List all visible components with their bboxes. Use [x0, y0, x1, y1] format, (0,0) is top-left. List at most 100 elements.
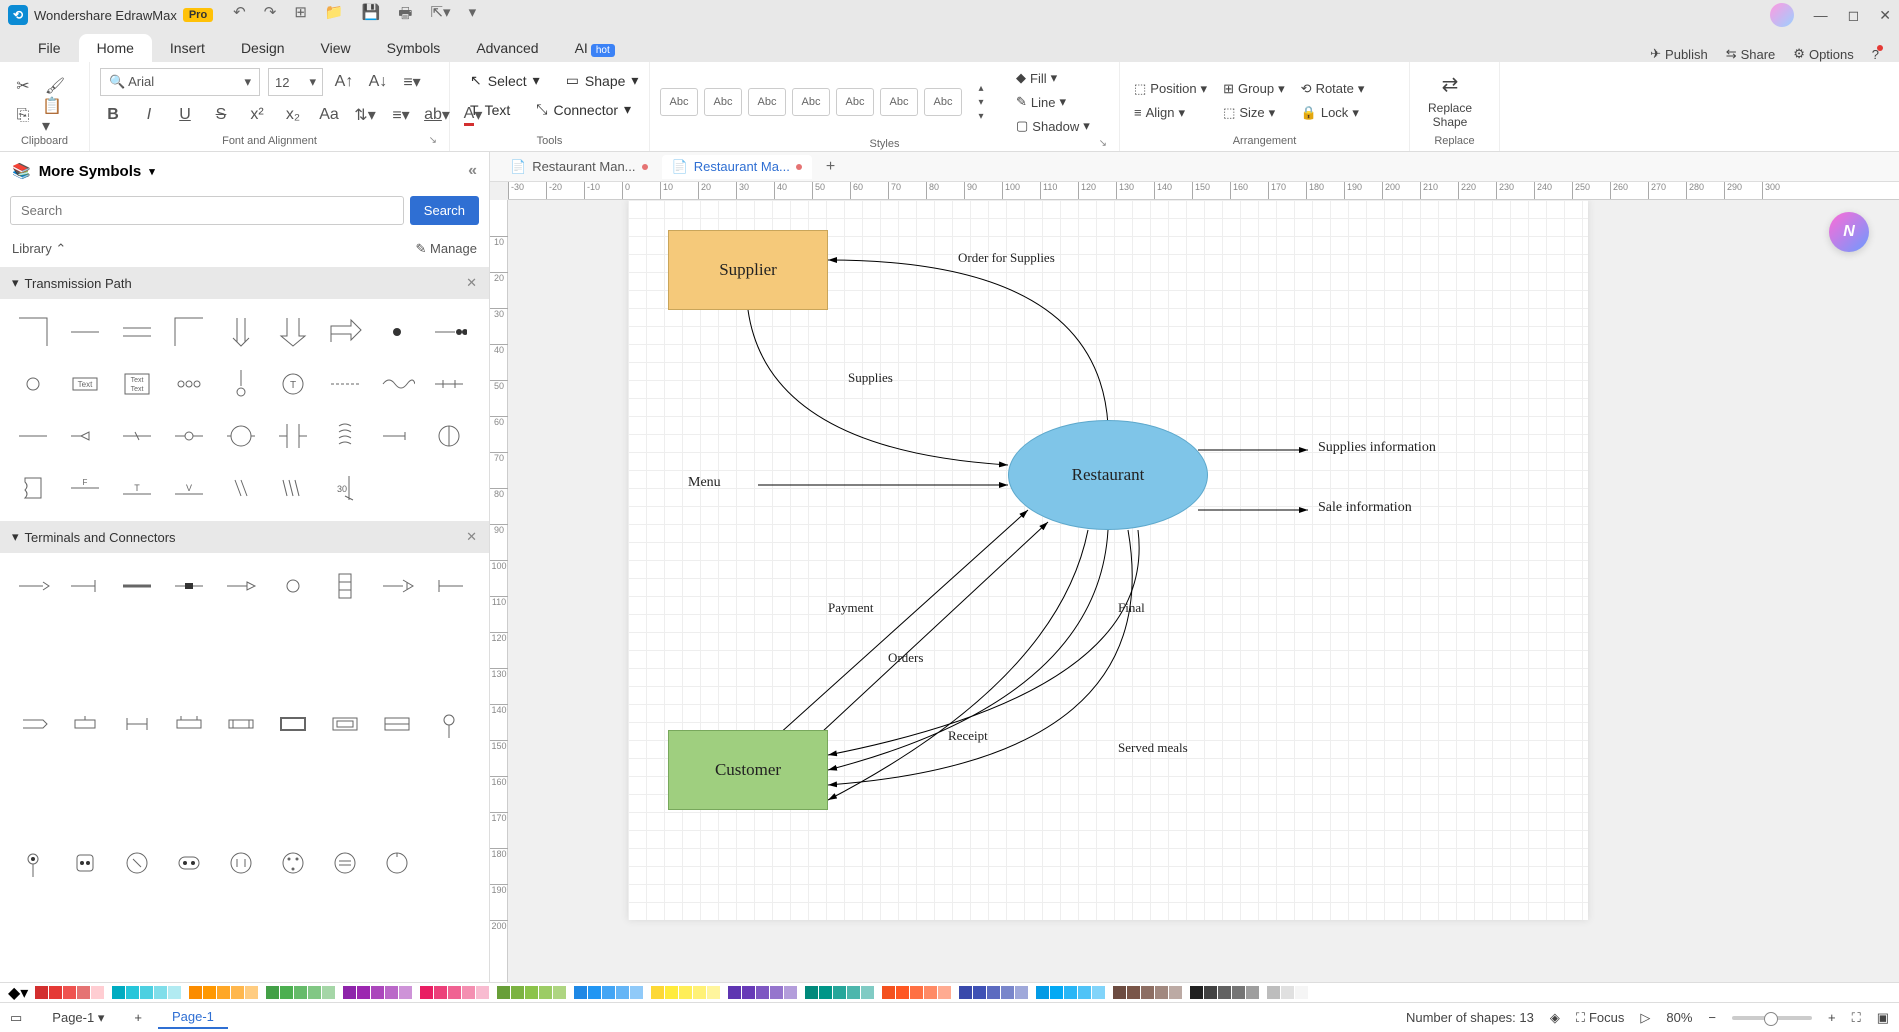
- color-swatch[interactable]: [1155, 986, 1168, 999]
- shape-item[interactable]: [322, 361, 368, 407]
- styles-launcher-icon[interactable]: ↘: [1099, 138, 1107, 149]
- zoom-in-button[interactable]: +: [1828, 1010, 1836, 1025]
- shape-item[interactable]: [218, 465, 264, 511]
- color-swatch[interactable]: [1127, 986, 1140, 999]
- color-swatch[interactable]: [245, 986, 258, 999]
- shape-item[interactable]: [270, 563, 316, 609]
- styles-down-icon[interactable]: ▾: [968, 95, 994, 109]
- shape-item[interactable]: [114, 413, 160, 459]
- new-icon[interactable]: ⊞: [294, 3, 307, 28]
- font-family-select[interactable]: 🔍 Arial▾: [100, 68, 260, 96]
- undo-icon[interactable]: ↶: [233, 3, 246, 28]
- shape-item[interactable]: [322, 701, 368, 747]
- menu-file[interactable]: File: [20, 34, 79, 62]
- publish-button[interactable]: ✈ Publish: [1650, 46, 1708, 62]
- shadow-button[interactable]: ▢ Shadow ▾: [1012, 116, 1094, 136]
- save-icon[interactable]: 💾: [362, 3, 381, 28]
- user-avatar[interactable]: [1770, 3, 1794, 27]
- decrease-font-icon[interactable]: A↓: [365, 69, 391, 95]
- section-transmission-path[interactable]: ▾Transmission Path✕: [0, 267, 489, 299]
- color-swatch[interactable]: [630, 986, 643, 999]
- shape-item[interactable]: [218, 701, 264, 747]
- shape-item[interactable]: [270, 840, 316, 886]
- color-swatch[interactable]: [511, 986, 524, 999]
- shape-item[interactable]: [114, 701, 160, 747]
- shape-item[interactable]: Text: [62, 361, 108, 407]
- shape-item[interactable]: [10, 701, 56, 747]
- label-payment[interactable]: Payment: [828, 600, 874, 616]
- shape-item[interactable]: TextText: [114, 361, 160, 407]
- shape-item[interactable]: [62, 840, 108, 886]
- shape-item[interactable]: [10, 465, 56, 511]
- color-swatch[interactable]: [1113, 986, 1126, 999]
- style-preset-5[interactable]: Abc: [836, 88, 874, 116]
- shape-item[interactable]: [62, 309, 108, 355]
- shape-item[interactable]: [166, 413, 212, 459]
- fill-button[interactable]: ◆ Fill ▾: [1012, 68, 1094, 88]
- document-tab-2[interactable]: 📄 Restaurant Ma...: [662, 155, 812, 179]
- strikethrough-icon[interactable]: S: [208, 102, 234, 128]
- shape-item[interactable]: [270, 465, 316, 511]
- style-preset-3[interactable]: Abc: [748, 88, 786, 116]
- shape-item[interactable]: [218, 309, 264, 355]
- shape-item[interactable]: [218, 413, 264, 459]
- label-supplies-info[interactable]: Supplies information: [1318, 440, 1436, 456]
- color-swatch[interactable]: [805, 986, 818, 999]
- font-size-select[interactable]: 12▾: [268, 68, 323, 96]
- shape-item[interactable]: [166, 361, 212, 407]
- color-swatch[interactable]: [896, 986, 909, 999]
- color-swatch[interactable]: [63, 986, 76, 999]
- shape-item[interactable]: [426, 361, 472, 407]
- page-selector[interactable]: Page-1 ▾: [38, 1007, 118, 1029]
- label-supplies[interactable]: Supplies: [848, 370, 893, 386]
- increase-font-icon[interactable]: A↑: [331, 69, 357, 95]
- position-button[interactable]: ⬚ Position ▾: [1130, 79, 1211, 99]
- shape-item[interactable]: [322, 563, 368, 609]
- color-swatch[interactable]: [574, 986, 587, 999]
- color-swatch[interactable]: [140, 986, 153, 999]
- color-swatch[interactable]: [1281, 986, 1294, 999]
- color-swatch[interactable]: [126, 986, 139, 999]
- shape-item[interactable]: V: [166, 465, 212, 511]
- color-swatch[interactable]: [385, 986, 398, 999]
- color-swatch[interactable]: [322, 986, 335, 999]
- color-swatch[interactable]: [973, 986, 986, 999]
- color-swatch[interactable]: [434, 986, 447, 999]
- case-icon[interactable]: Aa: [316, 102, 342, 128]
- shape-tool[interactable]: ▭ Shape ▾: [556, 68, 649, 93]
- label-order-supplies[interactable]: Order for Supplies: [958, 250, 1055, 266]
- shape-item[interactable]: [374, 840, 420, 886]
- color-swatch[interactable]: [308, 986, 321, 999]
- shape-item[interactable]: [166, 309, 212, 355]
- shape-item[interactable]: [322, 840, 368, 886]
- style-preset-1[interactable]: Abc: [660, 88, 698, 116]
- page-canvas[interactable]: Supplier Customer Restaurant Menu Suppli…: [628, 200, 1588, 920]
- zoom-out-button[interactable]: −: [1708, 1010, 1716, 1025]
- label-menu[interactable]: Menu: [688, 475, 721, 491]
- maximize-icon[interactable]: ◻: [1848, 7, 1860, 24]
- menu-advanced[interactable]: Advanced: [458, 34, 556, 62]
- label-sale-info[interactable]: Sale information: [1318, 500, 1412, 516]
- label-served-meals[interactable]: Served meals: [1118, 740, 1188, 756]
- page-tab-1[interactable]: Page-1: [158, 1006, 228, 1029]
- color-swatch[interactable]: [294, 986, 307, 999]
- color-swatch[interactable]: [987, 986, 1000, 999]
- color-swatch[interactable]: [882, 986, 895, 999]
- color-swatch[interactable]: [77, 986, 90, 999]
- color-swatch[interactable]: [938, 986, 951, 999]
- shape-item[interactable]: [10, 309, 56, 355]
- shape-item[interactable]: T: [114, 465, 160, 511]
- style-preset-6[interactable]: Abc: [880, 88, 918, 116]
- color-swatch[interactable]: [189, 986, 202, 999]
- symbol-search-input[interactable]: [10, 196, 404, 225]
- color-swatch[interactable]: [861, 986, 874, 999]
- color-swatch[interactable]: [154, 986, 167, 999]
- shape-item[interactable]: [218, 361, 264, 407]
- help-icon[interactable]: ?: [1872, 47, 1879, 62]
- bullets-icon[interactable]: ≡▾: [388, 102, 414, 128]
- node-customer[interactable]: Customer: [668, 730, 828, 810]
- color-swatch[interactable]: [371, 986, 384, 999]
- color-swatch[interactable]: [203, 986, 216, 999]
- color-swatch[interactable]: [168, 986, 181, 999]
- color-swatch[interactable]: [1204, 986, 1217, 999]
